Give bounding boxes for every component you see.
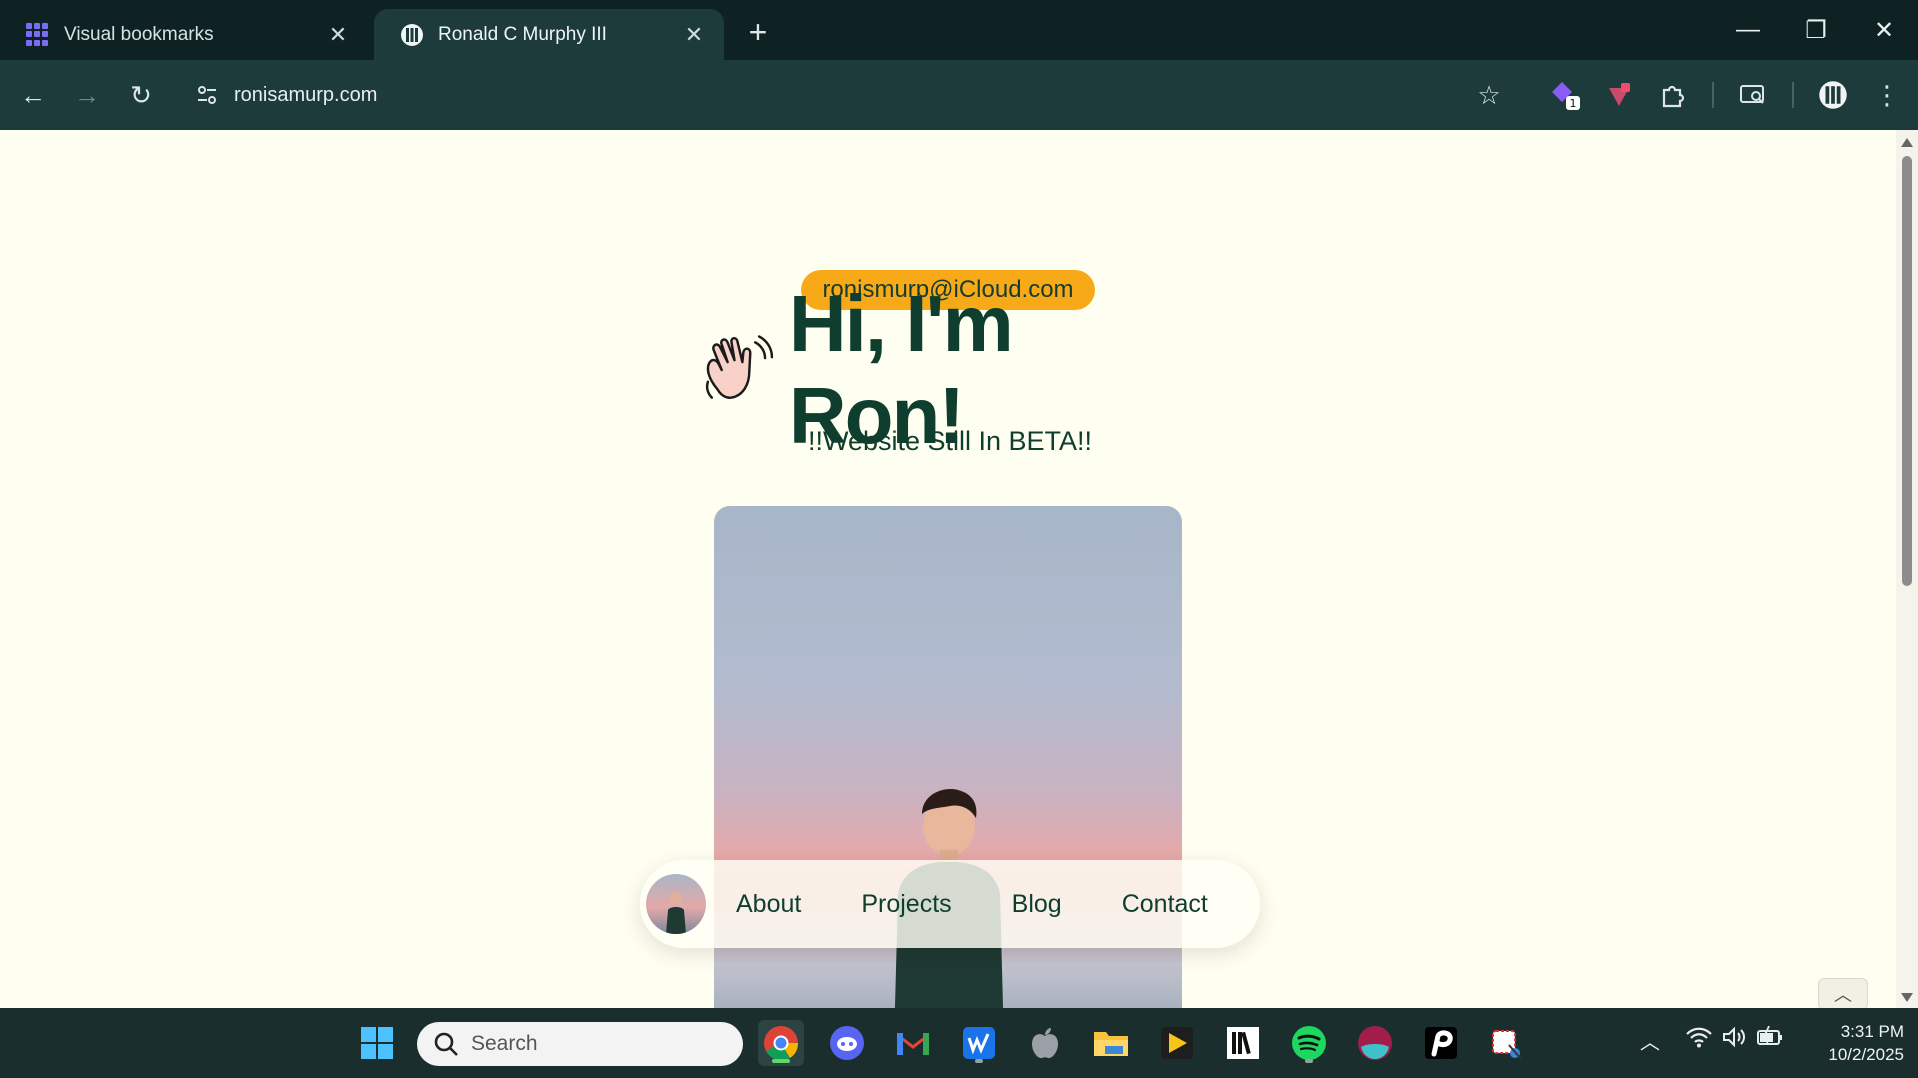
library-icon[interactable]	[1220, 1020, 1266, 1066]
search-icon	[434, 1032, 458, 1056]
tab-ronald-murphy[interactable]: Ronald C Murphy III ✕	[374, 9, 724, 60]
extension-pin-icon[interactable]	[1598, 74, 1640, 116]
site-favicon-icon	[401, 23, 423, 46]
volume-icon[interactable]	[1722, 1026, 1746, 1054]
forward-button[interactable]: →	[66, 74, 108, 116]
site-info-icon[interactable]	[194, 82, 220, 108]
nav-link-blog[interactable]: Blog	[1012, 890, 1062, 919]
scroll-to-top-button[interactable]: ︿	[1818, 978, 1868, 1008]
address-bar[interactable]: ronisamurp.com	[180, 70, 1520, 120]
tab-title: Visual bookmarks	[64, 23, 214, 45]
tab-visual-bookmarks[interactable]: Visual bookmarks ✕	[0, 9, 368, 60]
browser-menu-icon[interactable]: ⋮	[1866, 74, 1908, 116]
hero-heading: Hi, I'm Ron!	[700, 279, 1200, 460]
notes-app-icon[interactable]	[1418, 1020, 1464, 1066]
close-window-icon[interactable]: ✕	[1854, 8, 1914, 52]
file-explorer-icon[interactable]	[1088, 1020, 1134, 1066]
tab-search-icon[interactable]	[1732, 74, 1774, 116]
snipping-tool-icon[interactable]	[1484, 1020, 1530, 1066]
clock-time: 3:31 PM	[1840, 1022, 1904, 1041]
apple-icon[interactable]	[1022, 1020, 1068, 1066]
beta-notice: !!Website Still In BETA!!	[807, 426, 1093, 456]
url-text: ronisamurp.com	[234, 83, 378, 106]
bookmark-star-icon[interactable]: ☆	[1468, 74, 1510, 116]
profile-avatar-icon[interactable]	[1812, 74, 1854, 116]
gmail-icon[interactable]	[890, 1020, 936, 1066]
nav-link-about[interactable]: About	[736, 890, 801, 919]
tab-strip: Visual bookmarks ✕ Ronald C Murphy III ✕…	[0, 0, 1918, 60]
writer-app-icon[interactable]	[956, 1020, 1002, 1066]
system-clock[interactable]: 3:31 PM 10/2/2025	[1804, 1020, 1904, 1066]
search-placeholder: Search	[471, 1032, 538, 1055]
page-viewport: ronismurp@iCloud.com Hi, I'm Ron! !!Webs…	[0, 130, 1896, 1008]
discord-icon[interactable]	[824, 1020, 870, 1066]
close-tab-icon[interactable]: ✕	[322, 19, 354, 51]
show-hidden-icons-icon[interactable]: ︿	[1640, 1026, 1660, 1055]
reload-button[interactable]: ↻	[120, 74, 162, 116]
clock-date: 10/2/2025	[1828, 1045, 1904, 1064]
nav-link-contact[interactable]: Contact	[1122, 890, 1208, 919]
wifi-icon[interactable]	[1686, 1026, 1712, 1054]
restore-icon[interactable]: ❐	[1786, 8, 1846, 52]
minimize-icon[interactable]: —	[1718, 8, 1778, 52]
spotify-icon[interactable]	[1286, 1020, 1332, 1066]
scroll-thumb[interactable]	[1902, 156, 1912, 586]
tab-title: Ronald C Murphy III	[438, 23, 607, 45]
media-player-icon[interactable]	[1154, 1020, 1200, 1066]
bookmarks-grid-icon	[26, 22, 50, 47]
scroll-up-icon[interactable]	[1901, 138, 1913, 147]
page-scrollbar[interactable]	[1896, 130, 1918, 1008]
battery-charging-icon[interactable]	[1756, 1025, 1784, 1054]
floating-nav: About Projects Blog Contact	[640, 860, 1260, 948]
waving-hand-icon	[705, 335, 774, 399]
start-windows-icon[interactable]	[354, 1020, 400, 1066]
new-tab-button[interactable]: +	[738, 12, 778, 52]
chrome-icon[interactable]	[758, 1020, 804, 1066]
extensions-puzzle-icon[interactable]	[1652, 74, 1694, 116]
taskbar-search-input[interactable]: Search	[417, 1022, 743, 1066]
nav-avatar[interactable]	[646, 874, 706, 934]
close-tab-icon[interactable]: ✕	[678, 19, 710, 51]
extension-diamond-icon[interactable]: 1	[1544, 74, 1586, 116]
extension-badge: 1	[1570, 97, 1577, 110]
browser-toolbar: ← → ↻ ronisamurp.com ☆ 1 ⋮	[0, 60, 1918, 130]
game-app-icon[interactable]	[1352, 1020, 1398, 1066]
nav-link-projects[interactable]: Projects	[861, 890, 951, 919]
back-button[interactable]: ←	[12, 74, 54, 116]
windows-taskbar: Search ︿ 3:31 PM 10/2/2025	[0, 1008, 1918, 1078]
scroll-down-icon[interactable]	[1901, 993, 1913, 1002]
